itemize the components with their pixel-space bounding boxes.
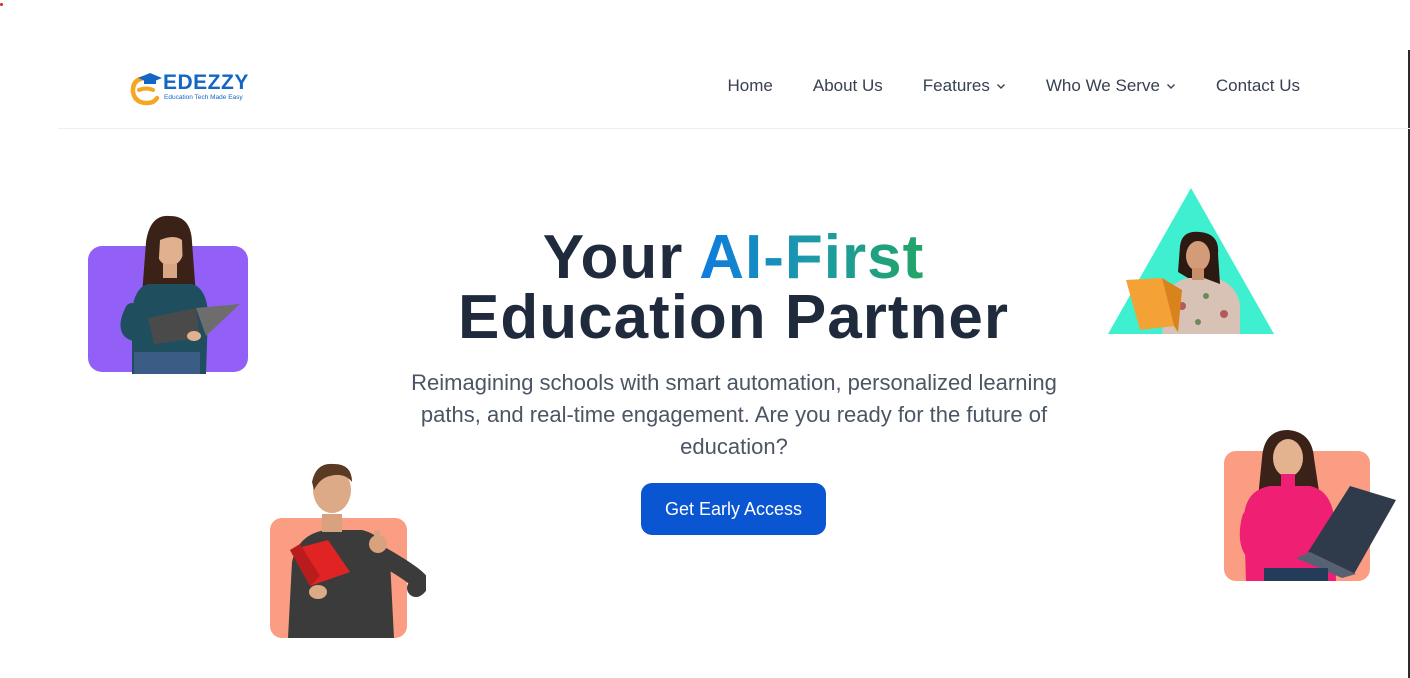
student-photo-salmon-left: [270, 460, 426, 640]
nav-label: Home: [727, 76, 773, 95]
chevron-down-icon: [996, 84, 1005, 89]
hero-subtitle: Reimagining schools with smart automatio…: [411, 370, 1057, 459]
headline-line2: Education Partner: [458, 283, 1009, 352]
nav-item-about-us[interactable]: About Us: [813, 76, 883, 96]
main-nav: Home About Us Features Who We Serve Cont…: [728, 76, 1301, 96]
headline-highlight: AI-First: [699, 223, 925, 292]
nav-item-features[interactable]: Features: [923, 76, 1006, 96]
nav-item-home[interactable]: Home: [728, 76, 773, 96]
nav-label: Features: [922, 76, 990, 95]
brand-name: EDEZZY: [163, 71, 249, 94]
logo-mark-icon: [130, 73, 162, 106]
student-photo-salmon-right: [1224, 428, 1400, 584]
get-early-access-button[interactable]: Get Early Access: [641, 483, 826, 535]
brand-logo[interactable]: EDEZZY Education Tech Made Easy: [130, 70, 260, 110]
hero-headline: Your AI-First Education Partner: [0, 227, 1410, 352]
nav-item-contact-us[interactable]: Contact Us: [1216, 76, 1300, 96]
nav-label: Who We Serve: [1045, 76, 1160, 95]
nav-label: About Us: [812, 76, 883, 95]
nav-item-who-we-serve[interactable]: Who We Serve: [1046, 76, 1176, 96]
nav-label: Contact Us: [1215, 76, 1300, 95]
brand-tagline: Education Tech Made Easy: [164, 94, 243, 101]
chevron-down-icon: [1166, 84, 1175, 89]
page-marker-dot: [0, 3, 3, 6]
site-header: EDEZZY Education Tech Made Easy Home Abo…: [58, 50, 1410, 129]
headline-part1: Your: [542, 223, 700, 292]
